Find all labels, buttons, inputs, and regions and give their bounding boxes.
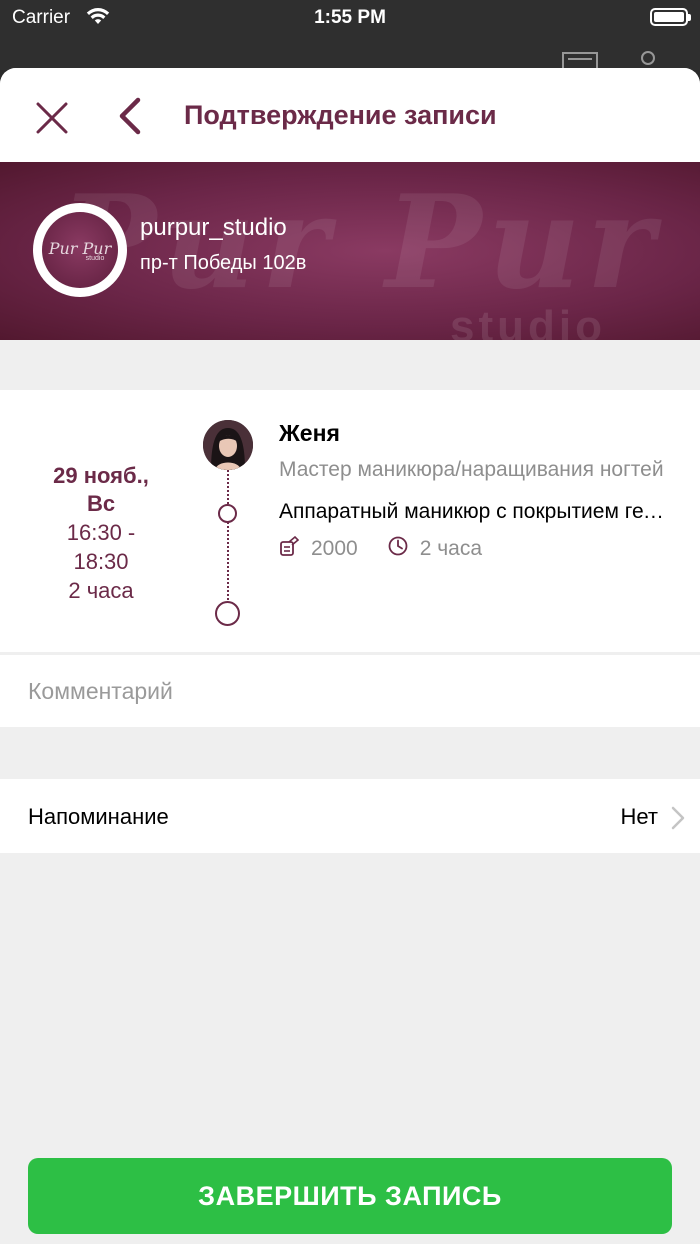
service-duration: 2 часа bbox=[419, 537, 483, 560]
appointment-time-start: 16:30 - bbox=[66, 520, 136, 545]
master-role: Мастер маникюра/наращивания ногтей bbox=[279, 458, 664, 481]
appointment-date: 29 нояб., bbox=[53, 463, 149, 488]
status-bar: Carrier 1:55 PM bbox=[0, 0, 700, 72]
appointment-card: 29 нояб., Вс 16:30 - 18:30 2 часа Женя М… bbox=[0, 390, 700, 700]
service-name: Аппаратный маникюр с покрытием гель-лако… bbox=[279, 500, 669, 523]
studio-banner: Pur Pur studio Pur Pur studio purpur_stu… bbox=[0, 162, 700, 340]
timeline-service-marker bbox=[218, 504, 237, 523]
battery-icon bbox=[650, 8, 691, 26]
timeline-total-marker bbox=[215, 601, 240, 626]
appointment-weekday: Вс bbox=[86, 491, 116, 516]
studio-address: пр-т Победы 102в bbox=[140, 252, 307, 274]
comment-section bbox=[0, 655, 700, 727]
booking-confirmation-sheet: Подтверждение записи Pur Pur studio Pur … bbox=[0, 68, 700, 1244]
page-title: Подтверждение записи bbox=[184, 100, 497, 130]
logo-subtext: studio bbox=[85, 254, 105, 262]
reminder-label: Напоминание bbox=[28, 804, 169, 829]
banner-watermark: Pur Pur bbox=[60, 168, 661, 318]
master-avatar[interactable] bbox=[203, 420, 253, 470]
close-icon[interactable] bbox=[32, 98, 72, 138]
complete-booking-button[interactable]: ЗАВЕРШИТЬ ЗАПИСЬ bbox=[28, 1158, 672, 1234]
master-name: Женя bbox=[279, 420, 340, 446]
appointment-datetime: 29 нояб., Вс 16:30 - 18:30 2 часа bbox=[30, 462, 172, 605]
appointment-time-end: 18:30 bbox=[73, 549, 129, 574]
reminder-row[interactable]: Напоминание Нет bbox=[0, 779, 700, 853]
service-price: 2000 bbox=[311, 537, 358, 560]
chevron-right-icon bbox=[670, 805, 686, 836]
studio-logo[interactable]: Pur Pur studio bbox=[33, 203, 127, 297]
banner-watermark-sub: studio bbox=[450, 302, 606, 340]
clock: 1:55 PM bbox=[314, 7, 386, 28]
studio-name: purpur_studio bbox=[140, 214, 287, 241]
price-tag-icon bbox=[279, 535, 311, 562]
clock-icon bbox=[388, 536, 420, 562]
appointment-duration: 2 часа bbox=[68, 578, 134, 603]
back-chevron-icon[interactable] bbox=[114, 94, 148, 138]
timeline-line bbox=[227, 470, 229, 600]
service-meta: 2000 2 часа bbox=[279, 535, 483, 562]
comment-input[interactable] bbox=[28, 669, 668, 713]
reminder-value: Нет bbox=[620, 804, 658, 829]
navigation-bar: Подтверждение записи bbox=[0, 68, 700, 162]
